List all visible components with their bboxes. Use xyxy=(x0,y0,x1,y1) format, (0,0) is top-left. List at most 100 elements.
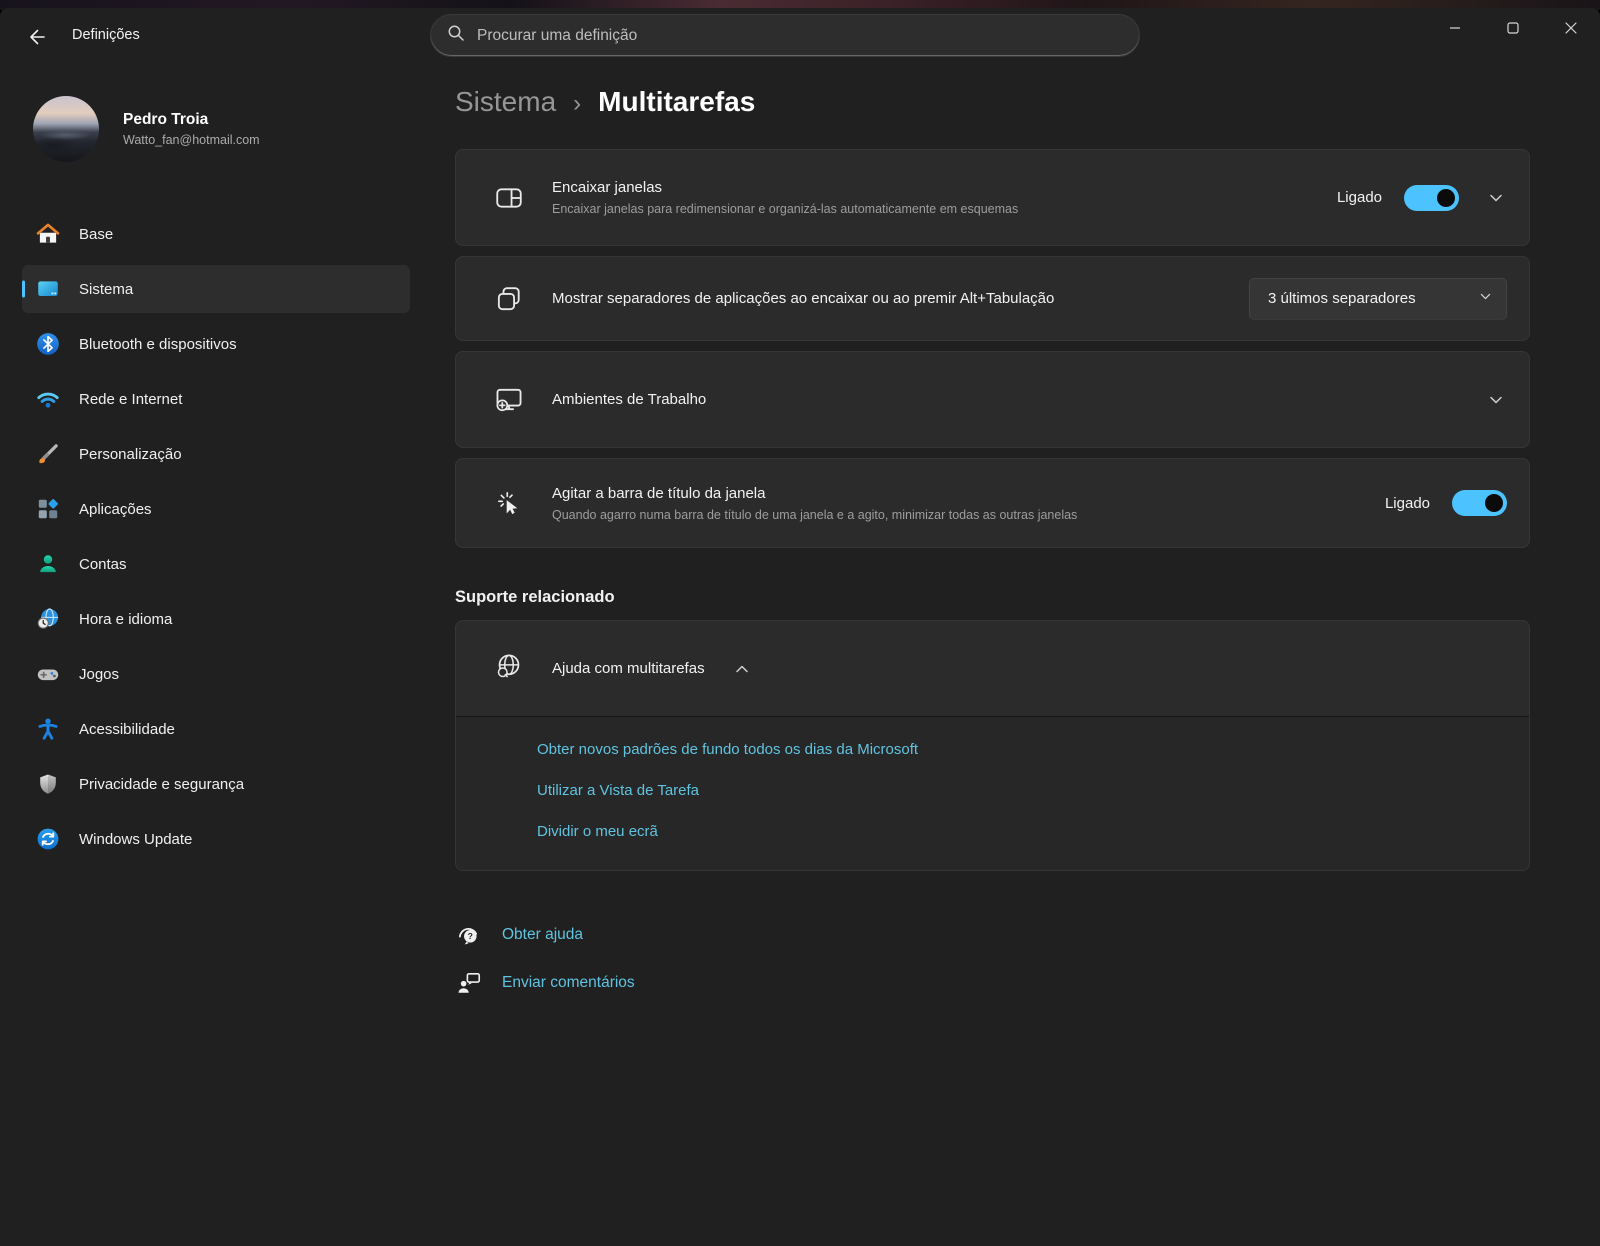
sidebar-item-windows-update[interactable]: Windows Update xyxy=(22,815,410,863)
settings-window: Definições Pedro Troia Watto_fan@h xyxy=(0,8,1600,1246)
sidebar-item-label: Jogos xyxy=(79,666,119,683)
sidebar-item-label: Aplicações xyxy=(79,501,152,518)
virtual-desktops-card[interactable]: Ambientes de Trabalho xyxy=(455,351,1530,448)
user-name: Pedro Troia xyxy=(123,111,260,129)
search-box[interactable] xyxy=(430,14,1140,57)
user-email: Watto_fan@hotmail.com xyxy=(123,133,260,147)
sidebar: Pedro Troia Watto_fan@hotmail.com Base S… xyxy=(0,68,430,1246)
title-bar-shake-title: Agitar a barra de título da janela xyxy=(552,485,1385,502)
globe-help-icon xyxy=(494,651,524,686)
main-content: Sistema › Multitarefas Encaixar janelas … xyxy=(455,68,1530,1017)
privacy-icon xyxy=(34,771,61,798)
get-help-icon: ? xyxy=(455,921,483,949)
chevron-down-icon[interactable] xyxy=(1485,389,1507,411)
time-language-icon xyxy=(34,606,61,633)
sidebar-item-label: Contas xyxy=(79,556,127,573)
help-link-backgrounds[interactable]: Obter novos padrões de fundo todos os di… xyxy=(537,741,918,758)
window-controls xyxy=(1426,8,1600,52)
personalization-icon xyxy=(34,441,61,468)
accounts-icon xyxy=(34,551,61,578)
sidebar-item-personalizacao[interactable]: Personalização xyxy=(22,430,410,478)
avatar xyxy=(33,96,99,162)
chevron-down-icon xyxy=(1479,290,1492,308)
back-button[interactable] xyxy=(20,24,54,54)
sidebar-item-label: Acessibilidade xyxy=(79,721,175,738)
app-tabs-card: Mostrar separadores de aplicações ao enc… xyxy=(455,256,1530,341)
sidebar-item-sistema[interactable]: Sistema xyxy=(22,265,410,313)
page-title: Multitarefas xyxy=(598,86,755,118)
send-feedback-icon xyxy=(455,969,483,997)
selected-accent-pill xyxy=(22,281,25,298)
system-icon xyxy=(34,276,61,303)
get-help-label: Obter ajuda xyxy=(502,926,583,944)
help-card-title: Ajuda com multitarefas xyxy=(552,660,705,677)
windows-update-icon xyxy=(34,826,61,853)
sidebar-item-label: Privacidade e segurança xyxy=(79,776,244,793)
sidebar-item-label: Windows Update xyxy=(79,831,192,848)
title-bar-shake-toggle[interactable] xyxy=(1452,490,1507,516)
snap-windows-card[interactable]: Encaixar janelas Encaixar janelas para r… xyxy=(455,149,1530,246)
sidebar-item-label: Base xyxy=(79,226,113,243)
help-link-split-screen[interactable]: Dividir o meu ecrã xyxy=(537,823,658,840)
settings-cards: Encaixar janelas Encaixar janelas para r… xyxy=(455,149,1530,548)
get-help-link[interactable]: ? Obter ajuda xyxy=(455,921,583,949)
sidebar-item-base[interactable]: Base xyxy=(22,210,410,258)
help-card: Ajuda com multitarefas Obter novos padrõ… xyxy=(455,620,1530,871)
toggle-knob xyxy=(1485,494,1503,512)
tabs-dropdown-value: 3 últimos separadores xyxy=(1268,290,1416,307)
snap-windows-icon xyxy=(494,183,524,213)
breadcrumb: Sistema › Multitarefas xyxy=(455,86,1530,118)
title-bar-shake-status: Ligado xyxy=(1385,495,1430,512)
sidebar-item-label: Bluetooth e dispositivos xyxy=(79,336,237,353)
shake-cursor-icon xyxy=(494,488,524,518)
footer-links: ? Obter ajuda Enviar comentários xyxy=(455,921,1530,997)
bluetooth-icon xyxy=(34,331,61,358)
chevron-down-icon[interactable] xyxy=(1485,187,1507,209)
sidebar-item-label: Sistema xyxy=(79,281,133,298)
sidebar-item-privacidade[interactable]: Privacidade e segurança xyxy=(22,760,410,808)
close-button[interactable] xyxy=(1542,8,1600,48)
apps-icon xyxy=(34,496,61,523)
accessibility-icon xyxy=(34,716,61,743)
sidebar-item-label: Personalização xyxy=(79,446,182,463)
sidebar-item-rede[interactable]: Rede e Internet xyxy=(22,375,410,423)
send-feedback-link[interactable]: Enviar comentários xyxy=(455,969,635,997)
svg-text:?: ? xyxy=(468,931,473,941)
sidebar-item-label: Hora e idioma xyxy=(79,611,172,628)
help-card-header[interactable]: Ajuda com multitarefas xyxy=(456,621,1529,716)
user-profile[interactable]: Pedro Troia Watto_fan@hotmail.com xyxy=(33,96,260,162)
snap-windows-toggle[interactable] xyxy=(1404,185,1459,211)
app-title: Definições xyxy=(72,27,140,43)
snap-windows-status: Ligado xyxy=(1337,189,1382,206)
home-icon xyxy=(34,221,61,248)
sidebar-item-bluetooth[interactable]: Bluetooth e dispositivos xyxy=(22,320,410,368)
sidebar-item-jogos[interactable]: Jogos xyxy=(22,650,410,698)
gaming-icon xyxy=(34,661,61,688)
app-tabs-icon xyxy=(494,284,524,314)
back-arrow-icon xyxy=(27,27,47,52)
virtual-desktops-icon xyxy=(494,385,524,415)
breadcrumb-parent[interactable]: Sistema xyxy=(455,86,556,118)
minimize-button[interactable] xyxy=(1426,8,1484,48)
virtual-desktops-title: Ambientes de Trabalho xyxy=(552,391,1459,408)
network-icon xyxy=(34,386,61,413)
title-bar-shake-subtitle: Quando agarro numa barra de título de um… xyxy=(552,508,1385,522)
tabs-dropdown[interactable]: 3 últimos separadores xyxy=(1249,278,1507,320)
maximize-button[interactable] xyxy=(1484,8,1542,48)
breadcrumb-separator-icon: › xyxy=(573,87,581,118)
help-card-body: Obter novos padrões de fundo todos os di… xyxy=(456,716,1529,870)
sidebar-nav: Base Sistema Bluetooth e dispositivos xyxy=(22,210,410,870)
toggle-knob xyxy=(1437,189,1455,207)
app-tabs-title: Mostrar separadores de aplicações ao enc… xyxy=(552,290,1249,307)
help-link-task-view[interactable]: Utilizar a Vista de Tarefa xyxy=(537,782,699,799)
sidebar-item-contas[interactable]: Contas xyxy=(22,540,410,588)
search-icon xyxy=(447,24,477,47)
search-input[interactable] xyxy=(477,27,1123,45)
sidebar-item-aplicacoes[interactable]: Aplicações xyxy=(22,485,410,533)
sidebar-item-acessibilidade[interactable]: Acessibilidade xyxy=(22,705,410,753)
sidebar-item-hora-idioma[interactable]: Hora e idioma xyxy=(22,595,410,643)
titlebar: Definições xyxy=(0,8,1600,68)
snap-windows-title: Encaixar janelas xyxy=(552,179,1337,196)
title-bar-shake-card: Agitar a barra de título da janela Quand… xyxy=(455,458,1530,548)
chevron-up-icon[interactable] xyxy=(731,658,753,680)
